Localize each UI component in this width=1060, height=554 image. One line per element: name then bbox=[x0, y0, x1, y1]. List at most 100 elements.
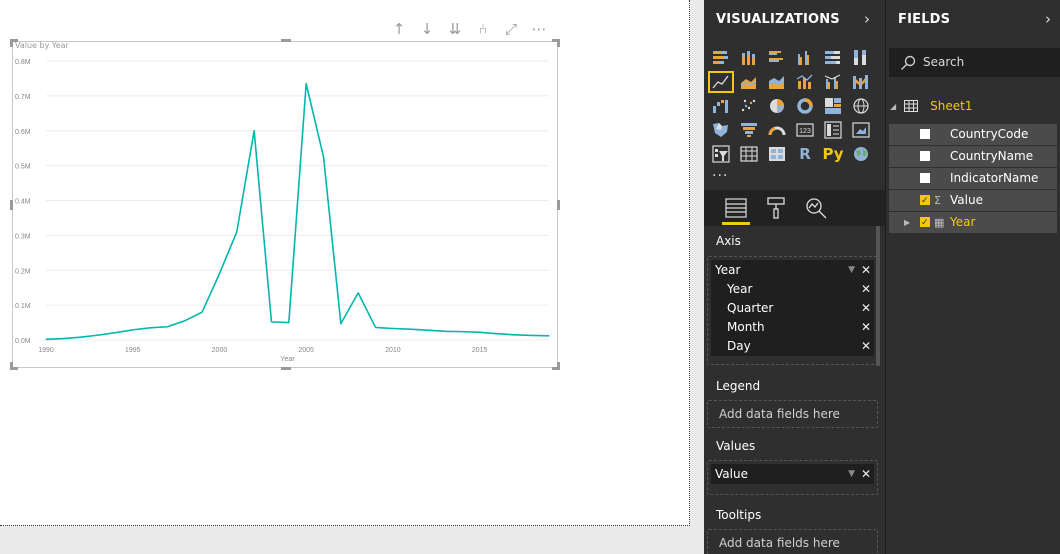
collapse-fields-icon[interactable]: › bbox=[1045, 10, 1051, 28]
focus-mode-icon[interactable]: ⤢ bbox=[500, 18, 522, 40]
treemap-icon[interactable] bbox=[819, 94, 847, 118]
stacked-column-icon[interactable] bbox=[735, 46, 763, 70]
values-field-pill[interactable]: Value ▼ ✕ bbox=[711, 464, 874, 484]
100-stacked-bar-icon[interactable] bbox=[819, 46, 847, 70]
remove-quarter-icon[interactable]: ✕ bbox=[861, 299, 871, 318]
resize-handle-br-v[interactable] bbox=[557, 362, 560, 370]
sigma-icon: Σ bbox=[934, 194, 941, 207]
table-node-sheet1[interactable]: ◢ Sheet1 bbox=[890, 96, 972, 116]
field-countryname[interactable]: CountryName bbox=[889, 146, 1057, 167]
fields-tab-icon[interactable] bbox=[722, 194, 750, 225]
data-point bbox=[548, 335, 550, 337]
resize-handle-top[interactable] bbox=[281, 39, 291, 42]
clustered-column-icon[interactable] bbox=[791, 46, 819, 70]
more-options-icon[interactable]: ⋯ bbox=[528, 18, 550, 40]
visualizations-scrollbar[interactable] bbox=[876, 226, 880, 366]
field-countrycode[interactable]: CountryCode bbox=[889, 124, 1057, 145]
r-visual-icon[interactable]: R bbox=[791, 142, 819, 166]
gauge-icon[interactable] bbox=[763, 118, 791, 142]
axis-hierarchy-day[interactable]: Day ✕ bbox=[711, 337, 874, 356]
100-stacked-column-icon[interactable] bbox=[847, 46, 875, 70]
python-visual-icon[interactable]: Py bbox=[819, 142, 847, 166]
resize-handle-bl-v[interactable] bbox=[10, 362, 13, 370]
field-checkbox[interactable] bbox=[920, 151, 930, 161]
matrix-icon[interactable] bbox=[763, 142, 791, 166]
data-point bbox=[218, 273, 221, 275]
stacked-area-icon[interactable] bbox=[763, 70, 791, 94]
area-chart-icon[interactable] bbox=[735, 70, 763, 94]
table-icon[interactable] bbox=[735, 142, 763, 166]
remove-year-icon[interactable]: ✕ bbox=[861, 280, 871, 299]
axis-well[interactable]: Year ▼ ✕ Year ✕ Quarter ✕ Month ✕ Day ✕ bbox=[707, 256, 878, 365]
legend-placeholder: Add data fields here bbox=[719, 407, 840, 421]
filled-map-icon[interactable] bbox=[707, 118, 735, 142]
expand-field-icon[interactable]: ▶ bbox=[904, 212, 910, 233]
resize-handle-tl-v[interactable] bbox=[10, 39, 13, 47]
field-value[interactable]: Σ Value bbox=[889, 190, 1057, 212]
axis-field-pill[interactable]: Year ▼ ✕ bbox=[711, 260, 874, 280]
field-label: Year bbox=[950, 215, 976, 229]
resize-handle-bottom[interactable] bbox=[281, 367, 291, 370]
remove-axis-field-icon[interactable]: ✕ bbox=[861, 260, 871, 280]
axis-field-dropdown-icon[interactable]: ▼ bbox=[848, 260, 855, 280]
collapse-visualizations-icon[interactable]: › bbox=[864, 10, 870, 28]
resize-handle-tr-v[interactable] bbox=[557, 39, 560, 47]
scatter-icon[interactable] bbox=[735, 94, 763, 118]
values-well[interactable]: Value ▼ ✕ bbox=[707, 460, 878, 495]
slicer-icon[interactable] bbox=[707, 142, 735, 166]
axis-section-label: Axis bbox=[716, 234, 741, 248]
field-checkbox[interactable] bbox=[920, 129, 930, 139]
remove-day-icon[interactable]: ✕ bbox=[861, 337, 871, 356]
multirow-card-icon[interactable] bbox=[819, 118, 847, 142]
line-clustered-column-icon[interactable] bbox=[819, 70, 847, 94]
resize-handle-left[interactable] bbox=[10, 200, 13, 210]
field-indicatorname[interactable]: IndicatorName bbox=[889, 168, 1057, 189]
data-point bbox=[132, 329, 134, 331]
expand-hierarchy-icon[interactable]: ⑃ bbox=[472, 18, 494, 40]
axis-hierarchy-month[interactable]: Month ✕ bbox=[711, 318, 874, 337]
format-tab-icon[interactable] bbox=[762, 194, 790, 222]
globe-icon[interactable] bbox=[847, 142, 875, 166]
values-field-name: Value bbox=[715, 467, 748, 481]
data-point bbox=[426, 329, 429, 331]
values-field-dropdown-icon[interactable]: ▼ bbox=[848, 464, 855, 484]
go-to-next-level-icon[interactable]: ⇊ bbox=[444, 18, 466, 40]
visualization-gallery: 123 R Py bbox=[707, 46, 875, 166]
field-checkbox[interactable] bbox=[920, 191, 930, 212]
pie-icon[interactable] bbox=[763, 94, 791, 118]
map-icon[interactable] bbox=[847, 94, 875, 118]
field-checkbox[interactable] bbox=[920, 173, 930, 183]
clustered-bar-icon[interactable] bbox=[763, 46, 791, 70]
waterfall-icon[interactable] bbox=[707, 94, 735, 118]
analytics-tab-icon[interactable] bbox=[802, 194, 830, 222]
axis-hierarchy-year[interactable]: Year ✕ bbox=[711, 280, 874, 299]
line-chart-visual[interactable]: Value by Year 0.0M 0.1M 0.2M 0.3M 0.4M 0.5M 0.… bbox=[10, 39, 560, 370]
line-chart-icon[interactable] bbox=[707, 70, 735, 94]
resize-handle-right[interactable] bbox=[557, 200, 560, 210]
card-icon[interactable]: 123 bbox=[791, 118, 819, 142]
drill-up-icon[interactable]: ↑ bbox=[388, 18, 410, 40]
stacked-bar-icon[interactable] bbox=[707, 46, 735, 70]
kpi-icon[interactable] bbox=[847, 118, 875, 142]
legend-well[interactable]: Add data fields here bbox=[707, 400, 878, 428]
remove-month-icon[interactable]: ✕ bbox=[861, 318, 871, 337]
axis-hierarchy-quarter[interactable]: Quarter ✕ bbox=[711, 299, 874, 318]
line-column-icon[interactable] bbox=[791, 70, 819, 94]
field-checkbox[interactable] bbox=[920, 213, 930, 234]
data-point bbox=[62, 338, 64, 340]
table-collapse-icon[interactable]: ◢ bbox=[890, 102, 896, 111]
field-label: Value bbox=[950, 193, 983, 207]
x-tick-label: 2000 bbox=[212, 347, 228, 354]
fields-pane: FIELDS › bbox=[885, 0, 1060, 554]
tooltips-well[interactable]: Add data fields here bbox=[707, 529, 878, 554]
funnel-icon[interactable] bbox=[735, 118, 763, 142]
donut-icon[interactable] bbox=[791, 94, 819, 118]
data-point bbox=[531, 334, 533, 337]
line-chart: 0.0M 0.1M 0.2M 0.3M 0.4M 0.5M 0.6M 0.7M 0.8M 1990… bbox=[15, 59, 550, 363]
field-year[interactable]: ▶ ▦ Year bbox=[889, 212, 1057, 234]
report-page[interactable]: ↑ ↓ ⇊ ⑃ ⤢ ⋯ Value by Year 0.0M 0.1M 0.2M 0.… bbox=[0, 0, 690, 526]
remove-values-field-icon[interactable]: ✕ bbox=[861, 464, 871, 484]
more-visuals-icon[interactable]: ··· bbox=[712, 168, 728, 184]
drill-down-icon[interactable]: ↓ bbox=[416, 18, 438, 40]
ribbon-chart-icon[interactable] bbox=[847, 70, 875, 94]
